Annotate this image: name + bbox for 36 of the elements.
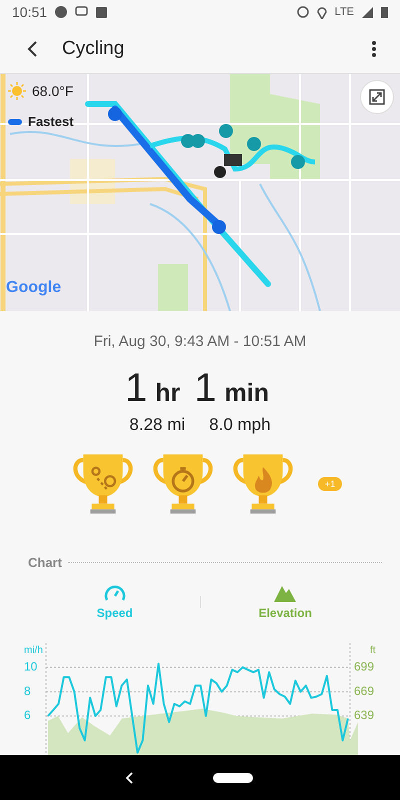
axis-tick: 639 — [354, 708, 374, 722]
axis-unit: mi/h — [24, 645, 43, 656]
axis-unit: ft — [370, 645, 376, 656]
chart-tab[interactable]: Elevation — [200, 584, 370, 620]
fullscreen-icon — [369, 89, 385, 105]
network-label: LTE — [334, 6, 354, 18]
back-icon — [26, 40, 38, 58]
legend-label: Fastest — [28, 114, 74, 129]
duration-unit: min — [224, 379, 269, 408]
more-icon — [372, 40, 376, 58]
stat-value: 8.28 mi — [129, 415, 186, 435]
back-icon — [125, 772, 133, 784]
sun-icon — [8, 82, 26, 100]
map-attribution: Google — [6, 279, 62, 297]
more-trophies-badge: +1 — [318, 477, 342, 491]
chart-tab[interactable]: Speed — [30, 584, 200, 620]
temperature-label: 68.0°F — [32, 83, 74, 99]
status-time: 10:51 — [12, 4, 48, 20]
speedometer-icon — [104, 584, 126, 602]
section-title: Chart — [28, 555, 62, 570]
location-icon — [316, 6, 327, 18]
message-icon — [75, 6, 88, 18]
axis-tick: 8 — [24, 684, 31, 698]
battery-icon — [381, 6, 388, 18]
axis-tick: 6 — [24, 708, 31, 722]
screen-title: Cycling — [62, 38, 126, 60]
mountain-icon — [274, 584, 296, 602]
date-range: Fri, Aug 30, 9:43 AM - 10:51 AM — [94, 333, 306, 350]
stat-value: 8.0 mph — [209, 415, 271, 435]
axis-tick: 699 — [354, 660, 374, 674]
signal-icon — [362, 6, 373, 18]
duration-value: 1 — [194, 366, 217, 411]
axis-tick: 669 — [354, 684, 374, 698]
duration-unit: hr — [155, 379, 180, 408]
axis-tick: 10 — [24, 660, 38, 674]
duration-value: 1 — [125, 366, 148, 411]
